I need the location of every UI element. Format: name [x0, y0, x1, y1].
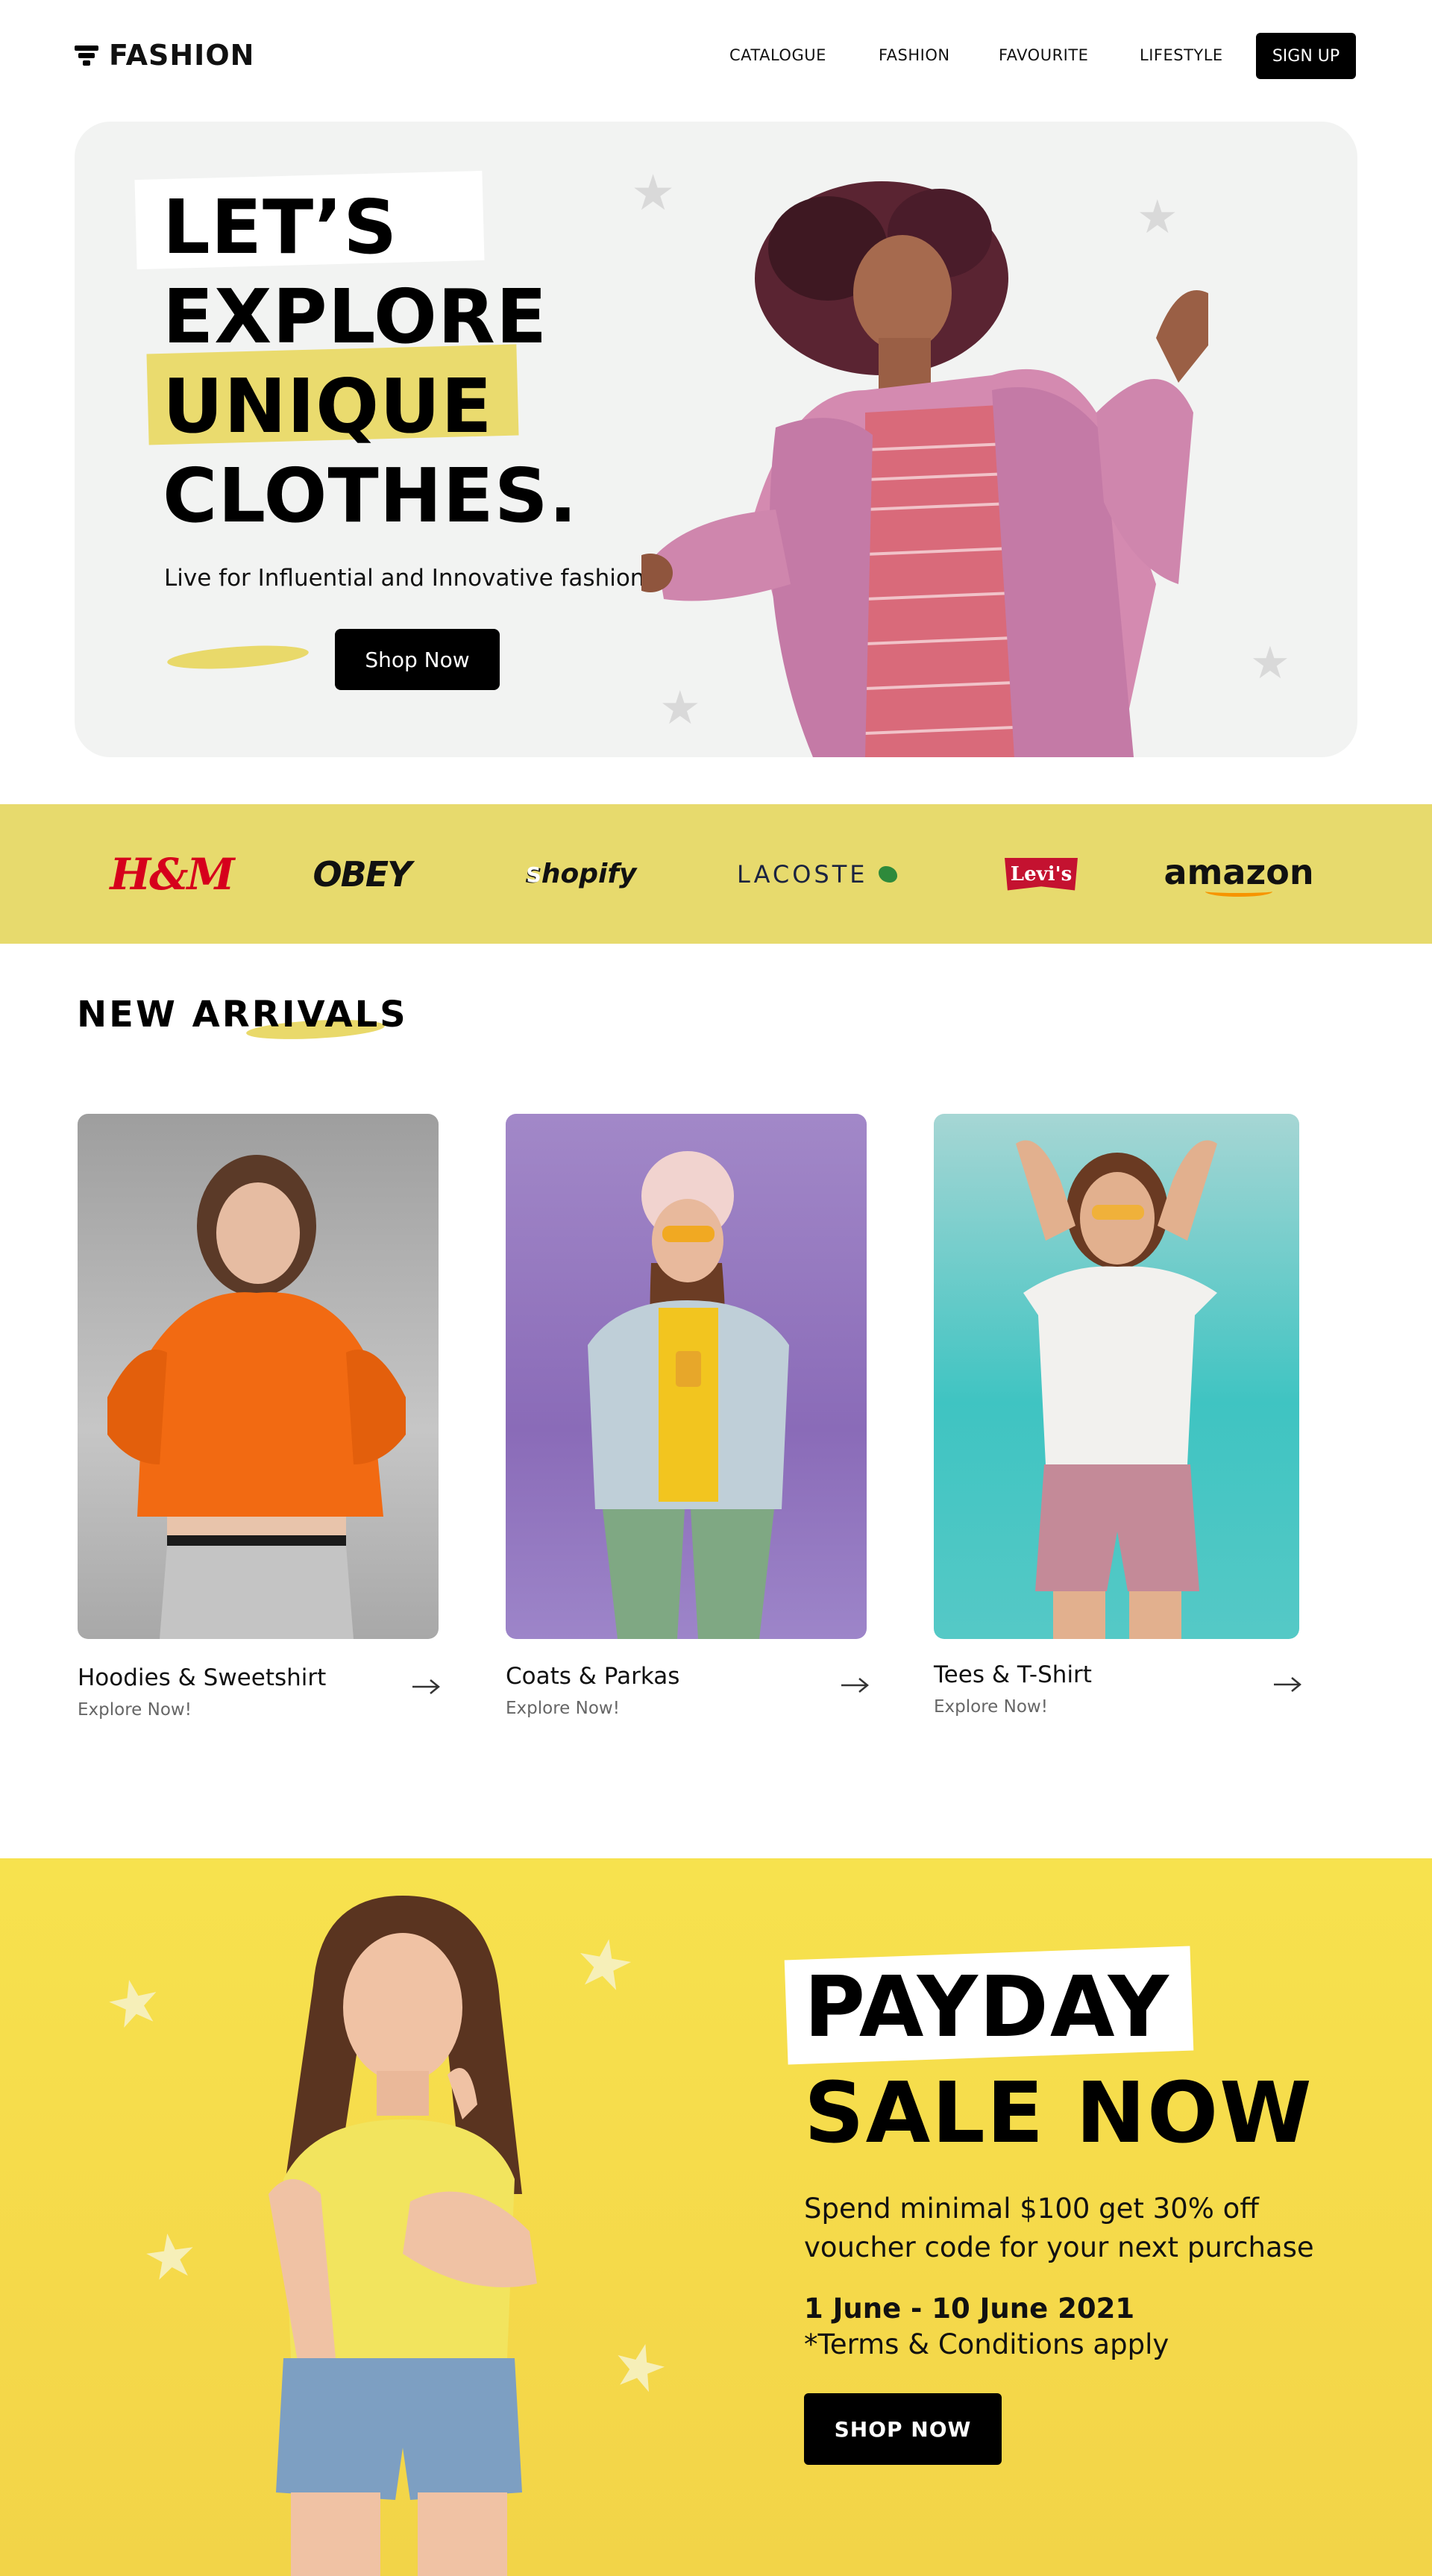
shopify-logo-text: shopify: [525, 859, 637, 889]
payday-sale-banner: ★ ★ ★ ★ PAYDAY SALE NOW Spend minimal $1…: [0, 1858, 1432, 2576]
star-icon: ★: [1250, 638, 1290, 688]
coat-model-image: [588, 1151, 789, 1639]
sign-up-button[interactable]: SIGN UP: [1256, 33, 1356, 79]
nav-link-lifestyle[interactable]: LIFESTYLE: [1140, 46, 1223, 64]
product-card-subtitle: Explore Now!: [78, 1700, 192, 1720]
hero-headline-line-3: UNIQUE: [163, 363, 493, 450]
product-card-subtitle: Explore Now!: [506, 1699, 620, 1718]
product-card-title[interactable]: Hoodies & Sweetshirt: [78, 1664, 326, 1691]
nav-link-favourite[interactable]: FAVOURITE: [999, 46, 1088, 64]
star-icon: ★: [138, 2219, 203, 2295]
payday-shop-now-button[interactable]: SHOP NOW: [804, 2393, 1002, 2465]
payday-offer-text: Spend minimal $100 get 30% off voucher c…: [804, 2193, 1314, 2263]
arrow-right-icon[interactable]: [1273, 1676, 1301, 1693]
nav-link-fashion[interactable]: FASHION: [879, 46, 950, 64]
logo-text: FASHION: [109, 39, 255, 72]
shop-now-button[interactable]: Shop Now: [335, 629, 500, 690]
hm-logo[interactable]: H&M: [110, 804, 234, 944]
brand-logo[interactable]: FASHION: [75, 39, 254, 72]
lacoste-logo[interactable]: LACOSTE: [737, 804, 897, 944]
star-icon: ★: [99, 1963, 169, 2043]
payday-headline-line-2: SALE NOW: [804, 2065, 1313, 2162]
hero-subtitle: Live for Influential and Innovative fash…: [164, 565, 654, 592]
lacoste-logo-text: LACOSTE: [737, 859, 868, 889]
tee-model-image: [1016, 1140, 1217, 1639]
payday-date-range: 1 June - 10 June 2021: [804, 2293, 1135, 2325]
star-icon: ★: [603, 2326, 676, 2408]
product-card-title[interactable]: Tees & T-Shirt: [934, 1661, 1092, 1688]
hero-headline-line-4: CLOTHES.: [163, 452, 578, 539]
arrow-right-icon[interactable]: [412, 1679, 440, 1695]
hero-headline-line-1: LET’S: [163, 184, 398, 271]
levis-logo[interactable]: Levi's: [1004, 804, 1078, 944]
hoodie-model-image: [107, 1155, 406, 1639]
product-card-image-coats[interactable]: [506, 1114, 867, 1639]
brand-logos-strip: H&M OBEY shopify LACOSTE Levi's amazon: [0, 804, 1432, 944]
obey-logo[interactable]: OBEY: [313, 804, 412, 944]
top-navbar: FASHION CATALOGUE FASHION FAVOURITE LIFE…: [0, 0, 1432, 112]
arrow-right-icon[interactable]: [841, 1677, 869, 1693]
product-card-image-tees[interactable]: [934, 1114, 1299, 1639]
levis-logo-text: Levi's: [1005, 857, 1078, 891]
amazon-logo[interactable]: amazon: [1164, 804, 1314, 944]
hm-logo-text: H&M: [110, 848, 234, 900]
payday-terms-text: *Terms & Conditions apply: [804, 2328, 1169, 2360]
shopify-logo[interactable]: shopify: [522, 804, 637, 944]
product-card-title[interactable]: Coats & Parkas: [506, 1663, 679, 1690]
product-card-subtitle: Explore Now!: [934, 1697, 1048, 1717]
crocodile-icon: [878, 865, 897, 883]
hero-banner: LET’S EXPLORE UNIQUE CLOTHES. Live for I…: [75, 122, 1357, 757]
nav-link-catalogue[interactable]: CATALOGUE: [729, 46, 826, 64]
new-arrivals-heading: NEW ARRIVALS: [77, 994, 408, 1035]
product-card-image-hoodies[interactable]: [78, 1114, 439, 1639]
yellow-brush-stroke: [166, 642, 310, 673]
fashion-logo-icon: [75, 44, 98, 66]
hero-model-image: [641, 181, 1208, 757]
sale-model-image: [268, 1896, 537, 2576]
amazon-smile-icon: [1205, 886, 1272, 897]
hero-headline-line-2: EXPLORE: [163, 273, 548, 360]
payday-headline-line-1: PAYDAY: [804, 1959, 1170, 2056]
obey-logo-text: OBEY: [313, 853, 412, 894]
